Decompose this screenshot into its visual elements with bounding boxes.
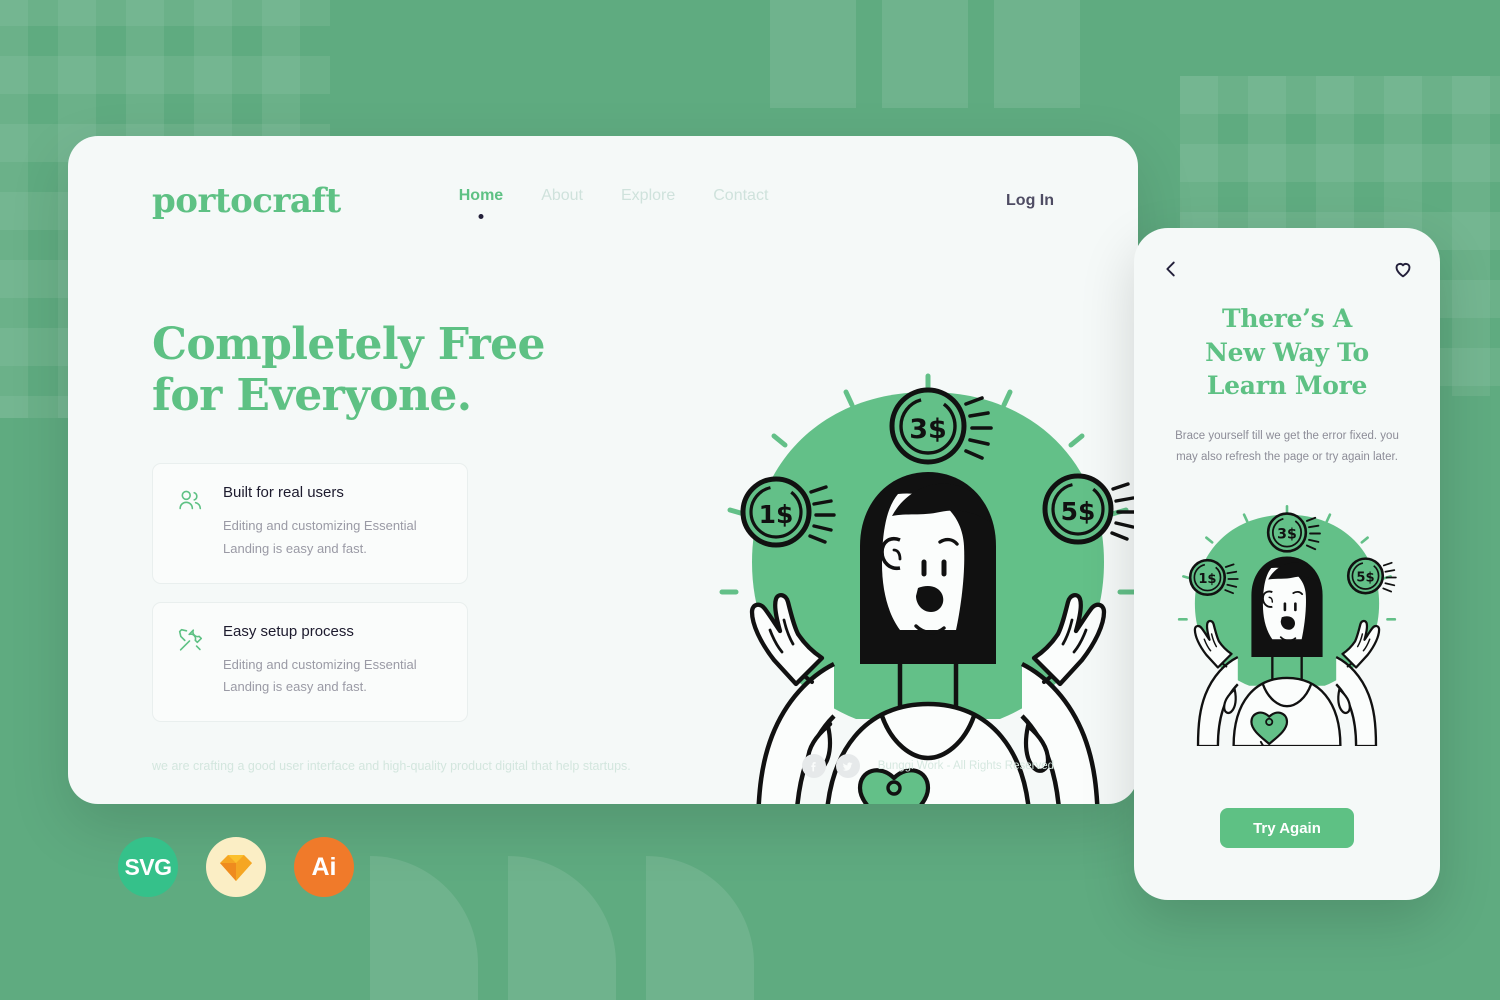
- footer: we are crafting a good user interface an…: [152, 754, 1054, 778]
- feature-title: Built for real users: [223, 484, 344, 502]
- users-icon: [175, 484, 205, 561]
- feature-description: Editing and customizing Essential Landin…: [223, 654, 417, 700]
- mobile-headline-line-3: Learn More: [1206, 371, 1368, 400]
- svg-text:1$: 1$: [759, 500, 794, 529]
- page-title: Completely Free for Everyone.: [152, 319, 602, 421]
- quote-shape: [370, 856, 478, 1000]
- hero-section: Completely Free for Everyone. Built for …: [152, 319, 602, 723]
- mobile-illustration: 3$ 1$ 5$: [1156, 500, 1418, 746]
- quote-shape: [770, 0, 856, 108]
- svg-text:5$: 5$: [1356, 571, 1374, 586]
- footer-tagline: we are crafting a good user interface an…: [152, 759, 631, 773]
- mobile-body-text: Brace yourself till we get the error fix…: [1164, 426, 1410, 469]
- hero-illustration: 3$ 1$ 5$: [678, 364, 1138, 804]
- nav-item-contact[interactable]: Contact: [713, 187, 768, 215]
- decorative-quote-shapes-top: [770, 0, 1080, 108]
- quote-shape: [994, 0, 1080, 108]
- mobile-headline-line-2: New Way To: [1205, 337, 1369, 367]
- mobile-top-bar: [1160, 258, 1414, 280]
- nav-item-about[interactable]: About: [541, 187, 583, 215]
- mobile-error-screen-mockup: There’s A New Way To Learn More Brace yo…: [1134, 228, 1440, 900]
- quote-shape: [882, 0, 968, 108]
- footer-right: Bunggi Work - All Rights Reserved: [801, 754, 1054, 778]
- mobile-headline-line-1: There’s A: [1222, 304, 1352, 333]
- feature-description-line-2: Landing is easy and fast.: [223, 540, 367, 556]
- svg-text:5$: 5$: [1061, 497, 1096, 526]
- feature-card-text: Built for real users Editing and customi…: [223, 484, 417, 561]
- ai-badge: Ai: [294, 837, 354, 897]
- feature-description: Editing and customizing Essential Landin…: [223, 515, 417, 561]
- headline-line-1: Completely Free: [152, 319, 546, 370]
- file-format-badges: SVG Ai: [118, 837, 354, 897]
- sketch-diamond-icon: [220, 855, 252, 881]
- svg-text:3$: 3$: [1277, 527, 1297, 543]
- sketch-badge: [206, 837, 266, 897]
- mobile-body-line-1: Brace yourself till we get the error fix…: [1175, 430, 1399, 442]
- quote-shape: [508, 856, 616, 1000]
- svg-text:1$: 1$: [1198, 572, 1216, 587]
- navigation-bar: portocraft Home About Explore Contact Lo…: [68, 176, 1138, 226]
- mobile-body-line-2: may also refresh the page or try again l…: [1176, 451, 1398, 464]
- svg-badge: SVG: [118, 837, 178, 897]
- feature-description-line-1: Editing and customizing Essential: [223, 518, 417, 534]
- chevron-left-icon[interactable]: [1160, 258, 1182, 280]
- svg-text:3$: 3$: [909, 414, 947, 445]
- tools-icon: [175, 623, 205, 700]
- nav-item-explore[interactable]: Explore: [621, 187, 675, 215]
- feature-card-list: Built for real users Editing and customi…: [152, 463, 602, 723]
- heart-outline-icon[interactable]: [1392, 258, 1414, 280]
- copyright-text: Bunggi Work - All Rights Reserved: [877, 760, 1054, 772]
- quote-shape: [646, 856, 754, 1000]
- try-again-button[interactable]: Try Again: [1220, 808, 1354, 848]
- mobile-page-title: There’s A New Way To Learn More: [1156, 302, 1418, 403]
- feature-title: Easy setup process: [223, 622, 354, 640]
- feature-card-built-for-real-users[interactable]: Built for real users Editing and customi…: [152, 463, 468, 584]
- feature-card-easy-setup-process[interactable]: Easy setup process Editing and customizi…: [152, 601, 468, 723]
- twitter-icon[interactable]: [835, 754, 860, 778]
- brand-logo[interactable]: portocraft: [152, 181, 341, 221]
- login-button[interactable]: Log In: [1006, 192, 1054, 210]
- decorative-quote-shapes-bottom: [370, 856, 754, 1000]
- feature-description-line-2: Landing is easy and fast.: [223, 679, 367, 695]
- headline-line-2: for Everyone.: [152, 369, 472, 421]
- feature-description-line-1: Editing and customizing Essential: [223, 656, 417, 672]
- desktop-landing-page-mockup: portocraft Home About Explore Contact Lo…: [68, 136, 1138, 804]
- feature-card-text: Easy setup process Editing and customizi…: [223, 623, 417, 700]
- nav-links: Home About Explore Contact: [459, 187, 769, 215]
- nav-item-home[interactable]: Home: [459, 187, 503, 215]
- facebook-icon[interactable]: [801, 754, 826, 778]
